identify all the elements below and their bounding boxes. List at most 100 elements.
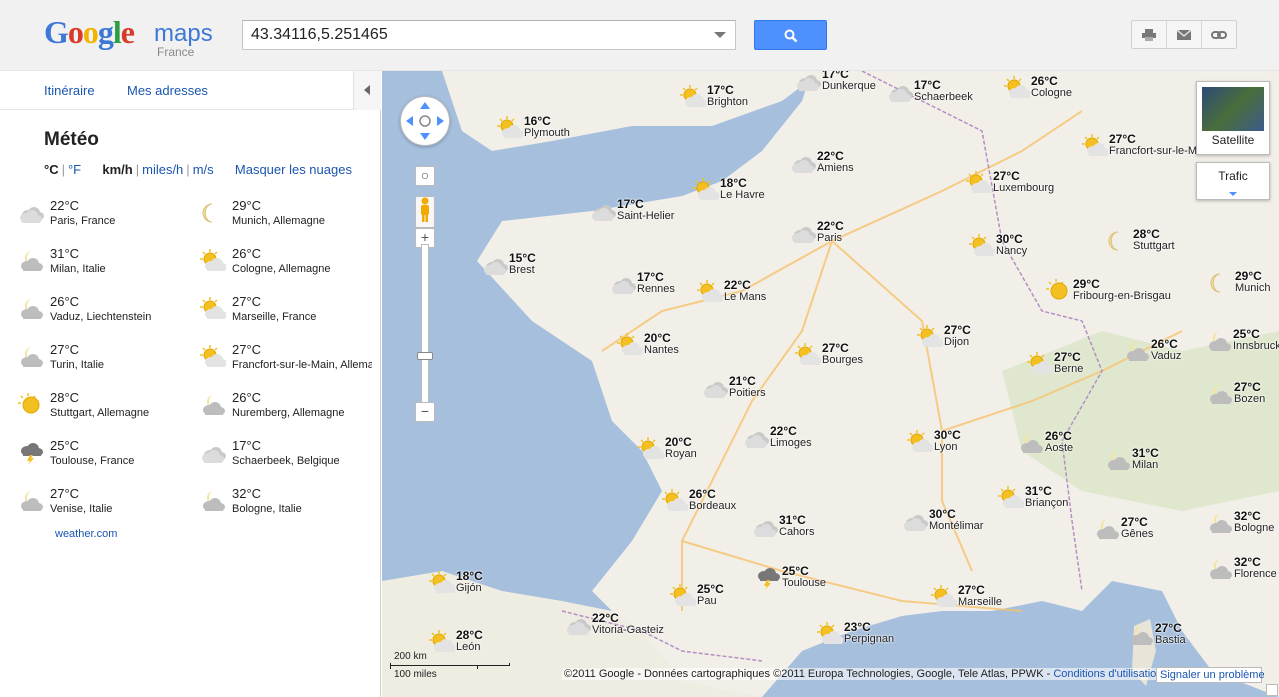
city-name: Venise, Italie [50, 503, 113, 515]
marker-city: Schaerbeek [914, 91, 973, 103]
unit-fahrenheit[interactable]: °F [68, 162, 81, 177]
marker-temperature: 29°C [1235, 269, 1262, 283]
directions-link[interactable]: Itinéraire [44, 83, 95, 98]
zoom-out-button[interactable]: − [415, 402, 435, 422]
cloudy-icon [752, 515, 778, 539]
email-button[interactable] [1167, 21, 1202, 48]
marker-temperature: 30°C [929, 507, 956, 521]
hide-clouds-link[interactable]: Masquer les nuages [235, 162, 352, 177]
partly-cloudy-night-icon [1128, 623, 1154, 647]
marker-city: Paris [817, 232, 843, 244]
partly-sunny-icon [693, 178, 720, 202]
marker-temperature: 17°C [914, 78, 941, 92]
city-weather-item[interactable]: 27°C Turin, Italie [18, 340, 193, 384]
partly-sunny-icon [907, 430, 934, 454]
terms-link[interactable]: Conditions d'utilisation [1053, 668, 1162, 680]
city-weather-item[interactable]: 26°C Nuremberg, Allemagne [200, 388, 375, 432]
city-temperature: 25°C [50, 438, 80, 453]
partly-sunny-icon [200, 297, 227, 321]
cloudy-icon [743, 426, 769, 450]
city-name: Schaerbeek, Belgique [232, 455, 340, 467]
unit-kmh[interactable]: km/h [102, 162, 132, 177]
zoom-slider-track[interactable] [421, 244, 429, 404]
satellite-button[interactable]: Satellite [1196, 81, 1270, 155]
partly-sunny-icon [817, 622, 844, 646]
city-temperature: 27°C [50, 342, 80, 357]
partly-cloudy-night-icon [18, 345, 44, 369]
city-weather-item[interactable]: 22°C Paris, France [18, 196, 193, 240]
search-button[interactable] [754, 20, 827, 50]
marker-temperature: 16°C [524, 114, 551, 128]
partly-sunny-icon [795, 343, 822, 367]
cloudy-icon [590, 199, 616, 223]
partly-sunny-icon [917, 325, 944, 349]
street-view-pegman[interactable] [415, 196, 435, 228]
marker-city: Amiens [817, 162, 854, 174]
city-name: Marseille, France [232, 311, 317, 323]
print-icon [1142, 28, 1156, 41]
partly-sunny-icon [200, 249, 227, 273]
unit-ms[interactable]: m/s [193, 162, 214, 177]
marker-temperature: 20°C [644, 331, 671, 345]
unit-mph[interactable]: miles/h [142, 162, 183, 177]
city-weather-item[interactable]: 17°C Schaerbeek, Belgique [200, 436, 375, 480]
partly-sunny-icon [617, 333, 644, 357]
partly-sunny-icon [1027, 352, 1054, 376]
city-name: Turin, Italie [50, 359, 105, 371]
city-weather-item[interactable]: 27°C Marseille, France [200, 292, 375, 336]
moon-icon [1106, 229, 1132, 253]
city-name: Stuttgart, Allemagne [50, 407, 150, 419]
partly-cloudy-night-icon [1105, 448, 1131, 472]
marker-temperature: 27°C [1054, 350, 1081, 364]
city-weather-item[interactable]: 27°C Francfort-sur-le-Main, Allemagne [200, 340, 375, 384]
panel-nav: Itinéraire Mes adresses [0, 71, 381, 110]
city-weather-item[interactable]: 29°C Munich, Allemagne [200, 196, 375, 240]
partly-sunny-icon [969, 234, 996, 258]
marker-temperature: 18°C [456, 569, 483, 583]
cloudy-icon [482, 253, 508, 277]
marker-city: Royan [665, 448, 697, 460]
partly-sunny-icon [931, 585, 958, 609]
marker-temperature: 28°C [456, 628, 483, 642]
city-weather-item[interactable]: 31°C Milan, Italie [18, 244, 193, 288]
google-maps-logo[interactable]: Google maps France [44, 14, 224, 64]
map-resize-handle[interactable] [1266, 684, 1278, 696]
marker-city: Innsbruck [1233, 340, 1279, 352]
city-weather-item[interactable]: 28°C Stuttgart, Allemagne [18, 388, 193, 432]
link-button[interactable] [1202, 21, 1236, 48]
traffic-button[interactable]: Trafic [1196, 162, 1270, 200]
partly-sunny-icon [1004, 76, 1031, 100]
city-weather-item[interactable]: 25°C Toulouse, France [18, 436, 193, 480]
unit-celsius[interactable]: °C [44, 162, 59, 177]
reset-view-button[interactable]: ○ [415, 166, 435, 186]
city-temperature: 32°C [232, 486, 262, 501]
city-weather-item[interactable]: 26°C Cologne, Allemagne [200, 244, 375, 288]
marker-temperature: 22°C [817, 219, 844, 233]
partly-cloudy-night-icon [200, 489, 226, 513]
search-input[interactable] [243, 21, 703, 49]
collapse-panel-button[interactable] [353, 71, 381, 110]
partly-cloudy-night-icon [1207, 511, 1233, 535]
marker-city: Saint-Helier [617, 210, 675, 222]
city-weather-item[interactable]: 27°C Venise, Italie [18, 484, 193, 528]
city-weather-item[interactable]: 32°C Bologne, Italie [200, 484, 375, 528]
city-weather-item[interactable]: 26°C Vaduz, Liechtenstein [18, 292, 193, 336]
chevron-down-icon[interactable] [714, 32, 726, 38]
marker-city: Nancy [996, 245, 1028, 257]
map-canvas[interactable]: 17°C Dunkerque 17°C Schaerbeek 26°C Colo… [382, 71, 1279, 697]
marker-temperature: 22°C [770, 424, 797, 438]
marker-temperature: 31°C [1025, 484, 1052, 498]
toolbar-tools [1131, 20, 1237, 49]
print-button[interactable] [1132, 21, 1167, 48]
marker-temperature: 29°C [1073, 277, 1100, 291]
weather-credit-link[interactable]: weather.com [55, 528, 117, 540]
moon-icon [1208, 271, 1234, 295]
partly-sunny-icon [680, 85, 707, 109]
search-icon [784, 29, 798, 43]
my-places-link[interactable]: Mes adresses [127, 83, 208, 98]
marker-city: Montélimar [929, 520, 984, 532]
report-problem-link[interactable]: Signaler un problème [1156, 667, 1265, 683]
city-name: Vaduz, Liechtenstein [50, 311, 152, 323]
pan-control[interactable] [400, 96, 450, 146]
zoom-slider-thumb[interactable] [417, 352, 433, 360]
